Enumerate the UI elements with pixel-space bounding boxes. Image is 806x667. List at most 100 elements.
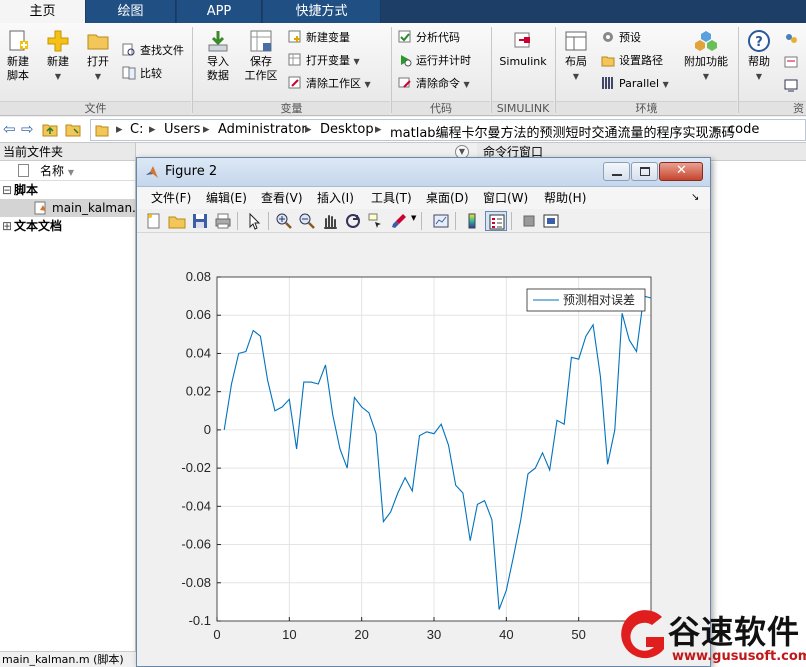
path-field[interactable]: ▸ C: ▸ Users ▸ Administrator ▸ Desktop ▸… <box>90 119 806 141</box>
help-button[interactable]: ? 帮助 ▼ <box>744 29 774 84</box>
new-script-button[interactable]: 新建 脚本 <box>2 29 34 83</box>
section-simulink-label: SIMULINK <box>492 101 554 115</box>
svg-text:?: ? <box>755 35 763 50</box>
open-label: 打开 <box>87 55 109 68</box>
pointer-icon[interactable] <box>245 212 263 230</box>
tab-shortcuts[interactable]: 快捷方式 <box>263 0 381 23</box>
preferences-label: 预设 <box>619 31 641 44</box>
file-row[interactable]: main_kalman.m <box>0 199 135 217</box>
y-tick-label: 0.08 <box>186 269 211 284</box>
y-tick-label: 0.06 <box>186 307 211 322</box>
collapse-icon[interactable]: ⊟ <box>2 181 12 199</box>
clear-workspace-button[interactable]: 清除工作区 ▼ <box>288 75 371 93</box>
tab-home[interactable]: 主页 <box>0 0 85 23</box>
menu-insert[interactable]: 插入(I) <box>317 187 354 209</box>
simulink-button[interactable]: Simulink <box>497 29 549 69</box>
breadcrumb-administrator[interactable]: Administrator <box>218 122 307 137</box>
new-button[interactable]: 新建 ▼ <box>42 29 74 84</box>
layout-button[interactable]: 布局 ▼ <box>560 29 592 84</box>
new-figure-icon[interactable] <box>145 212 163 230</box>
zoom-in-icon[interactable] <box>275 212 293 230</box>
analyze-code-button[interactable]: 分析代码 <box>398 29 460 47</box>
group-text-docs[interactable]: ⊞ 文本文档 <box>0 217 135 235</box>
open-variable-button[interactable]: 打开变量 ▼ <box>288 52 360 70</box>
set-path-button[interactable]: 设置路径 <box>601 52 663 70</box>
back-arrow-icon[interactable]: ⇦ <box>3 120 16 138</box>
import-icon <box>208 31 228 52</box>
x-tick-label: 0 <box>213 627 220 642</box>
compare-button[interactable]: 比较 <box>122 65 162 83</box>
menu-edit[interactable]: 编辑(E) <box>206 187 247 209</box>
menu-file[interactable]: 文件(F) <box>151 187 191 209</box>
clear-workspace-label: 清除工作区 <box>306 77 361 90</box>
preferences-button[interactable]: 预设 <box>601 29 641 47</box>
clear-commands-button[interactable]: 清除命令 ▼ <box>398 75 470 93</box>
breadcrumb-desktop[interactable]: Desktop <box>320 122 374 137</box>
y-tick-label: 0.04 <box>186 345 211 360</box>
chevron-down-icon[interactable]: ▼ <box>411 214 416 222</box>
data-cursor-icon[interactable] <box>367 212 385 230</box>
group-scripts[interactable]: ⊟ 脚本 <box>0 181 135 199</box>
show-plot-tools-icon[interactable] <box>542 212 560 230</box>
current-folder-panel: 当前文件夹 名称 ▼ ⊟ 脚本 main_kalman.m ⊞ 文本文档 mai… <box>0 143 136 667</box>
x-tick-label: 40 <box>499 627 513 642</box>
run-and-time-button[interactable]: 运行并计时 <box>398 52 471 70</box>
figure-toolbar: ▼ <box>137 209 710 233</box>
tab-apps[interactable]: APP <box>177 0 262 23</box>
x-tick-label: 20 <box>354 627 368 642</box>
address-bar: ⇦ ⇨ ▸ C: ▸ Users ▸ Administrator ▸ Deskt… <box>0 117 806 143</box>
chevron-down-icon: ▼ <box>662 80 669 89</box>
compare-label: 比较 <box>140 67 162 80</box>
minimize-button[interactable] <box>603 162 630 181</box>
menu-view[interactable]: 查看(V) <box>261 187 303 209</box>
file-list-header[interactable]: 名称 ▼ <box>0 161 135 181</box>
learn-button[interactable] <box>784 77 802 95</box>
link-plot-icon[interactable] <box>432 212 450 230</box>
import-data-button[interactable]: 导入 数据 <box>200 29 236 83</box>
open-button[interactable]: 打开 ▼ <box>82 29 114 84</box>
pan-hand-icon[interactable] <box>321 212 339 230</box>
parallel-button[interactable]: Parallel ▼ <box>601 75 669 93</box>
zoom-out-icon[interactable] <box>298 212 316 230</box>
find-files-button[interactable]: 查找文件 <box>122 42 184 60</box>
brush-icon[interactable] <box>390 212 408 230</box>
x-tick-label: 50 <box>571 627 585 642</box>
save-workspace-button[interactable]: 保存 工作区 <box>242 29 280 83</box>
menu-desktop[interactable]: 桌面(D) <box>426 187 469 209</box>
open-variable-icon <box>288 53 301 66</box>
addons-button[interactable]: 附加功能 ▼ <box>682 29 730 84</box>
colorbar-icon[interactable] <box>463 212 481 230</box>
ribbon: 新建 脚本 新建 ▼ 打开 ▼ 查找文件 比较 文件 导入 数据 保存 工作区 新建… <box>0 23 806 116</box>
import-data-label: 导入 数据 <box>207 55 229 82</box>
minimize-icon <box>612 174 622 176</box>
x-tick-label: 10 <box>282 627 296 642</box>
rotate-icon[interactable] <box>344 212 362 230</box>
section-code-label: 代码 <box>392 101 490 115</box>
menu-dock-icon[interactable]: ↘ <box>691 187 699 209</box>
layout-icon <box>565 31 587 51</box>
open-file-icon[interactable] <box>168 212 186 230</box>
forward-arrow-icon[interactable]: ⇨ <box>21 120 34 138</box>
close-button[interactable]: ✕ <box>659 162 703 181</box>
community-button[interactable] <box>784 31 802 49</box>
hide-plot-tools-icon[interactable] <box>520 212 538 230</box>
menu-help[interactable]: 帮助(H) <box>544 187 586 209</box>
maximize-button[interactable] <box>631 162 658 181</box>
support-button[interactable] <box>784 54 802 72</box>
menu-window[interactable]: 窗口(W) <box>483 187 528 209</box>
save-icon[interactable] <box>191 212 209 230</box>
legend-toggle-button[interactable] <box>485 211 507 231</box>
browse-folder-icon[interactable] <box>65 122 81 137</box>
compare-icon <box>122 66 136 80</box>
breadcrumb-drive[interactable]: C: <box>130 122 143 137</box>
breadcrumb-users[interactable]: Users <box>164 122 200 137</box>
expand-icon[interactable]: ⊞ <box>2 217 12 235</box>
menu-tools[interactable]: 工具(T) <box>371 187 412 209</box>
print-icon[interactable] <box>214 212 232 230</box>
tab-plots[interactable]: 绘图 <box>86 0 176 23</box>
breadcrumb-project-folder[interactable]: matlab编程卡尔曼方法的预测短时交通流量的程序实现源码 <box>390 122 735 141</box>
new-variable-button[interactable]: 新建变量 <box>288 29 350 47</box>
figure-titlebar[interactable]: Figure 2 ✕ <box>137 158 710 187</box>
up-folder-icon[interactable] <box>42 122 58 137</box>
breadcrumb-code[interactable]: code <box>728 122 759 137</box>
